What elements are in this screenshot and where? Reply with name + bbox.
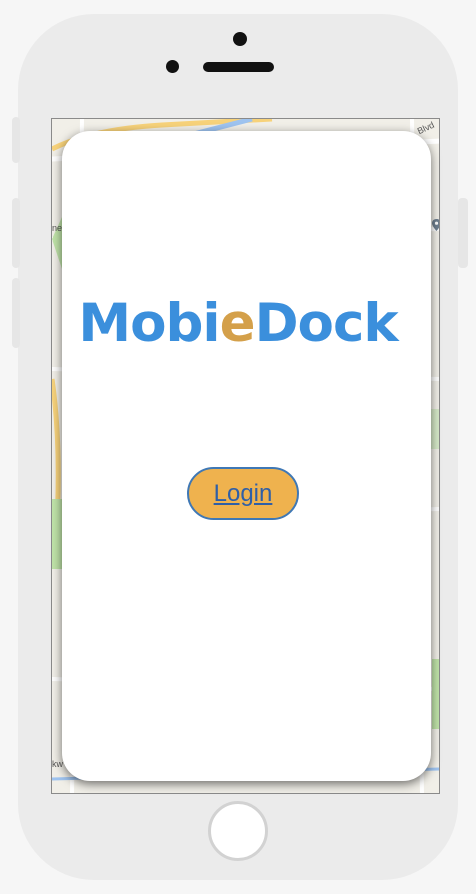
home-button[interactable] [208, 801, 268, 861]
map-street-label-left: ne [52, 223, 63, 233]
map-pin-icon [432, 219, 439, 231]
logo-text-mobi: Mobi [78, 293, 220, 354]
login-button[interactable]: Login [187, 467, 299, 520]
proximity-sensor [166, 60, 179, 73]
power-button [458, 198, 468, 268]
volume-up-button [12, 198, 20, 268]
front-camera [233, 32, 247, 46]
logo-text-e: e [219, 293, 256, 354]
login-button-label[interactable]: Login [214, 480, 273, 508]
login-card [62, 131, 431, 781]
earpiece-speaker [203, 62, 274, 72]
mute-switch [12, 117, 20, 163]
map-street-label-bottom: kw [52, 759, 63, 769]
logo-text-dock: Dock [254, 293, 399, 354]
app-logo: MobieDock [0, 292, 476, 356]
